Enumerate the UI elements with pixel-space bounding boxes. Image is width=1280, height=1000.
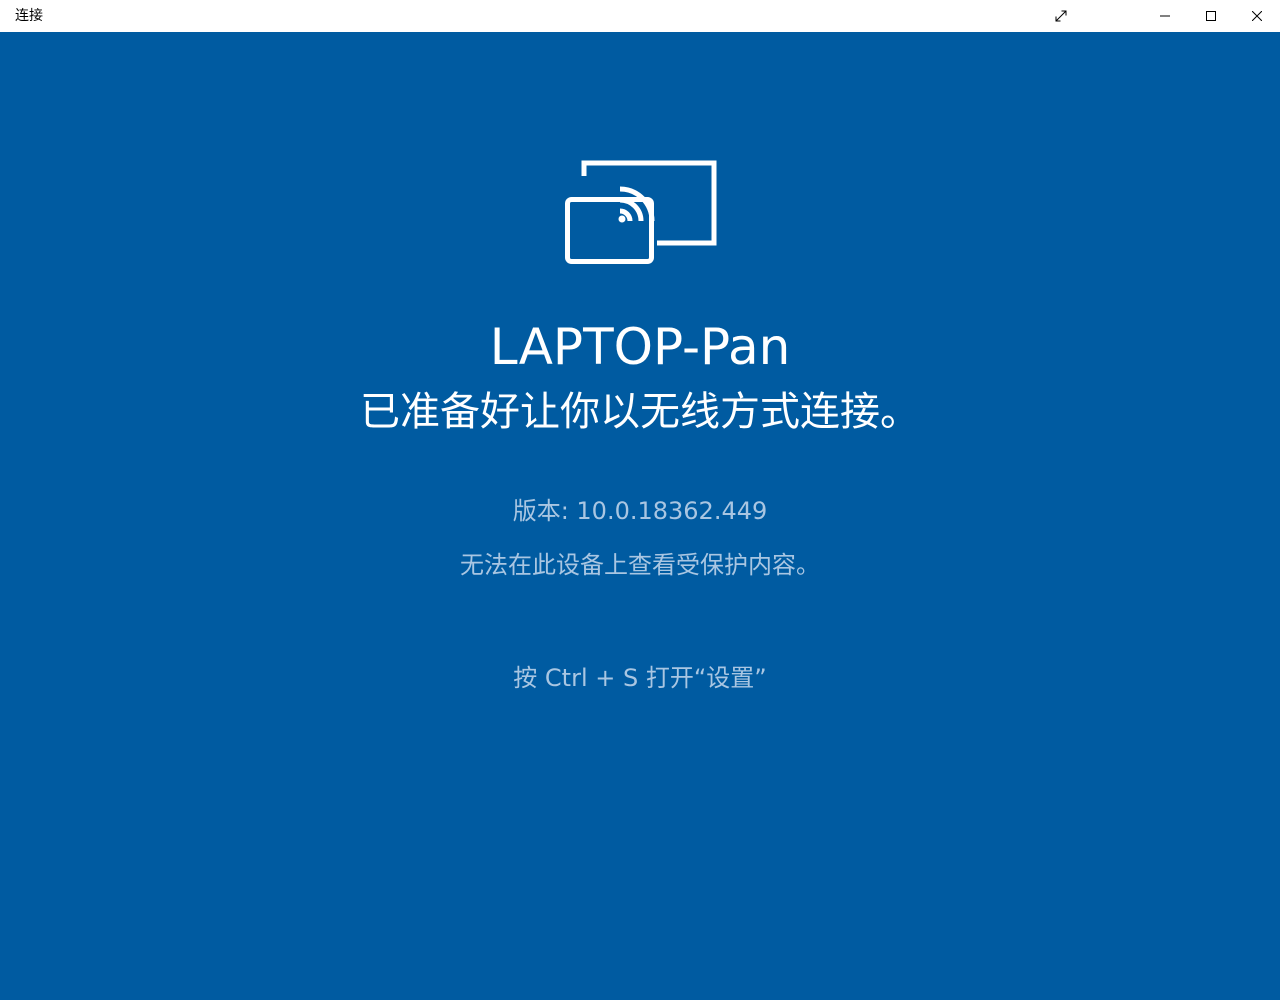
close-icon <box>1252 11 1262 21</box>
minimize-button[interactable] <box>1142 0 1188 32</box>
fullscreen-button[interactable] <box>1038 0 1084 32</box>
window-title: 连接 <box>15 8 43 24</box>
close-button[interactable] <box>1234 0 1280 32</box>
maximize-button[interactable] <box>1188 0 1234 32</box>
minimize-icon <box>1160 11 1170 21</box>
expand-arrows-icon <box>1054 9 1068 23</box>
ready-message: 已准备好让你以无线方式连接。 <box>360 389 920 435</box>
maximize-icon <box>1206 11 1216 21</box>
device-name: LAPTOP-Pan <box>489 318 791 376</box>
connect-app-window: 连接 LAPTOP-Pan 已准备好让你以无线方式连接。 版本: 10.0.18… <box>0 0 1280 1000</box>
main-content: LAPTOP-Pan 已准备好让你以无线方式连接。 版本: 10.0.18362… <box>0 32 1280 1000</box>
wireless-display-cast-icon <box>562 160 718 273</box>
settings-shortcut-hint: 按 Ctrl + S 打开“设置” <box>513 664 767 692</box>
protected-content-notice: 无法在此设备上查看受保护内容。 <box>460 551 820 579</box>
title-bar[interactable]: 连接 <box>0 0 1280 32</box>
version-text: 版本: 10.0.18362.449 <box>512 497 768 525</box>
